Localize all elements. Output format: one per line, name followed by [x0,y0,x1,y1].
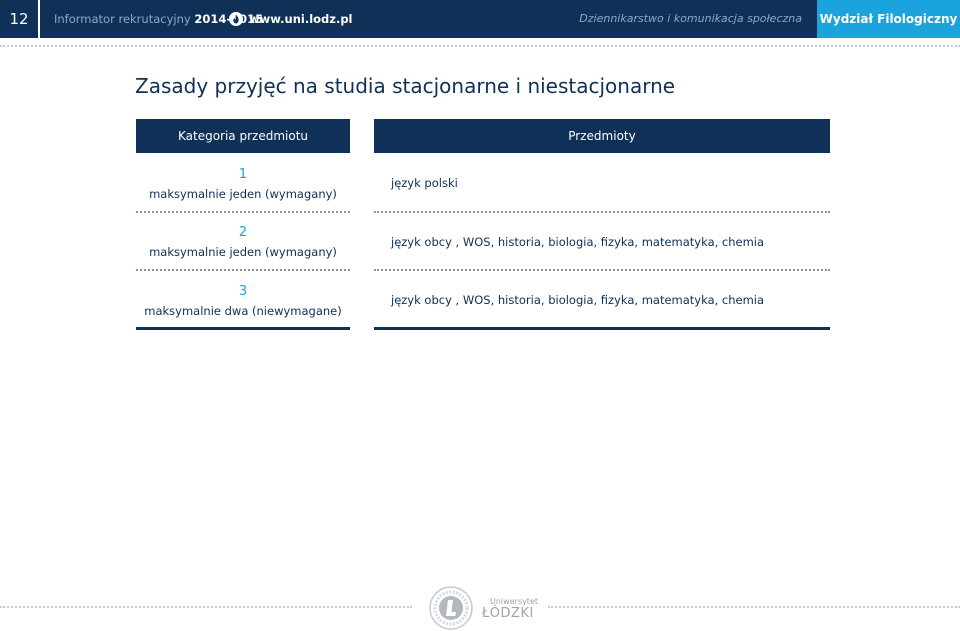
category-cell: 1 maksymalnie jeden (wymagany) [136,167,350,202]
department-name: Dziennikarstwo i komunikacja społeczna [579,12,802,25]
page-number: 12 [9,10,29,28]
header-category: Kategoria przedmiotu [136,119,350,153]
category-number: 3 [238,284,248,299]
header-subjects: Przedmioty [374,119,830,153]
flame-icon [229,12,243,26]
guide-label: Informator rekrutacyjny [54,12,191,26]
category-number: 2 [238,225,248,240]
category-description: maksymalnie dwa (niewymagane) [144,304,342,318]
university-seal-icon [429,586,473,630]
category-description: maksymalnie jeden (wymagany) [149,187,337,201]
logo-big-text: ŁÓDZKI [482,606,534,621]
subjects-cell: język obcy , WOS, historia, biologia, fi… [391,235,765,249]
faculty-badge: Wydział Filologiczny [817,0,960,38]
footer-dotted-rule [548,606,960,608]
university-logo-text: Uniwersytet ŁÓDZKI [482,597,538,621]
page-title: Zasady przyjęć na studia stacjonarne i n… [135,74,676,98]
table-bottom-rule [136,327,350,330]
table-bottom-rule [374,327,830,330]
row-divider [136,269,350,271]
header-divider [38,0,40,38]
category-cell: 2 maksymalnie jeden (wymagany) [136,225,350,260]
subjects-cell: język obcy , WOS, historia, biologia, fi… [391,293,765,307]
subjects-cell: język polski [391,176,458,190]
footer-dotted-rule [0,606,412,608]
category-description: maksymalnie jeden (wymagany) [149,245,337,259]
website-link[interactable]: www.uni.lodz.pl [249,0,353,38]
header-bar: 12 Informator rekrutacyjny 2014-2015 www… [0,0,960,38]
category-cell: 3 maksymalnie dwa (niewymagane) [136,284,350,319]
category-number: 1 [238,167,248,182]
row-divider [374,269,830,271]
row-divider [374,211,830,213]
row-divider [136,211,350,213]
header-dotted-rule [0,45,960,47]
